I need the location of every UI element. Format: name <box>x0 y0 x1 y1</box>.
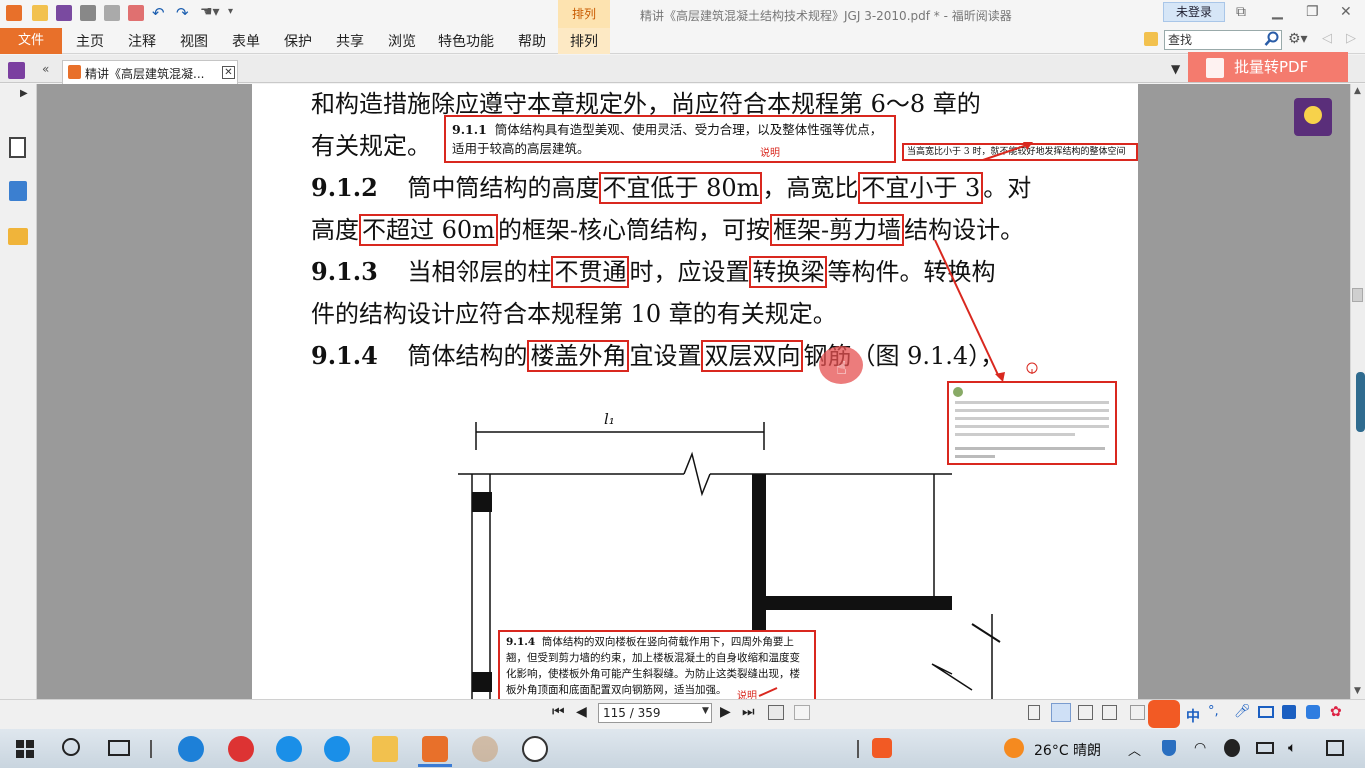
restore-ribbon-icon[interactable]: ⧉ <box>1236 4 1246 20</box>
menu-protect[interactable]: 保护 <box>284 31 312 51</box>
tray-expand-icon[interactable]: ︿ <box>1128 740 1141 759</box>
quick-access-dropdown-icon[interactable]: ▾ <box>228 6 233 17</box>
expand-panel-icon[interactable]: ▶ <box>20 88 28 99</box>
close-window-icon[interactable]: ✕ <box>1340 4 1352 20</box>
qq-icon[interactable] <box>1224 739 1240 757</box>
scroll-down-icon[interactable]: ▼ <box>1354 686 1361 696</box>
last-page-icon[interactable]: ⏭ <box>742 704 755 720</box>
foxit-reader-taskbar-icon[interactable] <box>422 736 448 762</box>
menu-browse[interactable]: 浏览 <box>388 31 416 51</box>
file-explorer-icon[interactable] <box>372 736 398 762</box>
pdf-document-icon <box>1206 58 1224 78</box>
menu-comment[interactable]: 注释 <box>128 31 156 51</box>
ime-chinese-mode[interactable]: 中 <box>1186 706 1200 726</box>
page-number-input[interactable]: 115 / 359 <box>598 703 712 723</box>
active-app-indicator <box>418 764 452 767</box>
scroll-thumb[interactable] <box>1352 288 1363 302</box>
facing-view-icon[interactable] <box>1078 705 1093 720</box>
lightbulb-icon <box>1304 106 1322 124</box>
ime-toolbox-icon[interactable] <box>1306 705 1320 719</box>
side-handle[interactable] <box>1356 372 1365 432</box>
single-page-view-icon[interactable] <box>1028 705 1040 720</box>
extract-page-icon[interactable] <box>768 705 784 720</box>
nav-back-icon[interactable]: ◁ <box>1322 31 1332 46</box>
media-player-icon[interactable] <box>522 736 548 762</box>
continuous-view-icon[interactable] <box>1051 703 1071 722</box>
tab-document-label: 精讲《高层建筑混凝... <box>85 67 205 81</box>
properties-icon[interactable] <box>104 5 120 21</box>
print-icon[interactable] <box>80 5 96 21</box>
first-page-icon[interactable]: ⏮ <box>552 704 565 720</box>
nav-forward-icon[interactable]: ▷ <box>1346 31 1356 46</box>
close-tab-icon[interactable]: ✕ <box>222 66 235 79</box>
window-title: 精讲《高层建筑混凝土结构技术规程》JGJ 3-2010.pdf * - 福昕阅读… <box>640 9 1012 23</box>
ime-voice-icon[interactable]: 🎤︎ <box>1234 704 1251 719</box>
menu-features[interactable]: 特色功能 <box>438 31 494 51</box>
context-tab-header: 排列 <box>558 0 610 28</box>
ie-browser-icon[interactable] <box>178 736 204 762</box>
search-icon[interactable] <box>1264 31 1280 47</box>
undo-icon[interactable]: ↶ <box>152 4 165 22</box>
sogou-ime-logo[interactable] <box>1148 700 1180 728</box>
prev-page-icon[interactable]: ◀ <box>576 704 587 720</box>
battery-icon[interactable] <box>1256 742 1274 754</box>
menu-arrange[interactable]: 排列 <box>570 31 598 51</box>
save-icon[interactable] <box>56 5 72 21</box>
ime-punctuation-icon[interactable]: °, <box>1208 704 1219 719</box>
pdf-file-icon <box>68 65 81 79</box>
menu-home[interactable]: 主页 <box>76 31 104 51</box>
scroll-up-icon[interactable]: ▲ <box>1354 86 1361 96</box>
page-dropdown-icon[interactable]: ▼ <box>702 706 709 716</box>
login-button[interactable]: 未登录 <box>1163 2 1225 22</box>
menu-help[interactable]: 帮助 <box>518 31 546 51</box>
ime-skin-icon[interactable] <box>1282 705 1296 719</box>
page-thumbnail-icon[interactable] <box>9 137 26 158</box>
weather-text[interactable]: 26°C 晴朗 <box>1034 740 1101 760</box>
windows-taskbar <box>0 729 1365 768</box>
menu-form[interactable]: 表单 <box>232 31 260 51</box>
find-folder-icon[interactable] <box>1144 32 1158 46</box>
ime-keyboard-icon[interactable] <box>1258 706 1274 718</box>
taskbar-divider <box>857 740 859 758</box>
settings-gear-icon[interactable]: ⚙▾ <box>1288 31 1308 47</box>
menu-share[interactable]: 共享 <box>336 31 364 51</box>
file-menu-button[interactable]: 文件 <box>0 28 62 54</box>
layers-icon[interactable] <box>9 181 27 201</box>
annotation-arrows <box>758 142 1038 697</box>
tab-scroll-left-icon[interactable]: « <box>42 62 49 76</box>
document-viewport: 和构造措施除应遵守本章规定外，尚应符合本规程第 6～8 章的 有关规定。 9.1… <box>37 84 1350 699</box>
left-sidebar <box>0 84 37 699</box>
taskbar-divider <box>150 740 152 758</box>
tab-list-dropdown-icon[interactable]: ▼ <box>1171 62 1180 76</box>
network-icon[interactable]: ◠ <box>1194 740 1206 756</box>
split-view-icon[interactable] <box>1130 705 1145 720</box>
app-icon[interactable] <box>472 736 498 762</box>
sogou-browser-2-icon[interactable] <box>324 736 350 762</box>
volume-icon[interactable]: 🔈︎ <box>1288 740 1296 756</box>
xiuxiu-app-icon[interactable] <box>228 736 254 762</box>
windows-start-icon[interactable] <box>16 740 34 758</box>
foxit-logo-icon <box>6 5 22 21</box>
security-shield-icon[interactable] <box>1162 740 1176 756</box>
hand-cursor-icon: ☝ <box>836 358 847 379</box>
sign-tool-icon[interactable] <box>8 62 25 79</box>
search-taskbar-icon[interactable] <box>62 738 80 756</box>
weather-sun-icon <box>1004 738 1024 758</box>
comments-icon[interactable] <box>8 228 28 245</box>
open-folder-icon[interactable] <box>32 5 48 21</box>
continuous-facing-view-icon[interactable] <box>1102 705 1117 720</box>
ime-more-icon[interactable]: ✿ <box>1330 704 1342 720</box>
hand-tool-icon[interactable]: ☚▾ <box>200 4 220 20</box>
notification-center-icon[interactable] <box>1326 740 1344 756</box>
maximize-icon[interactable]: ❐ <box>1306 4 1319 20</box>
insert-page-icon[interactable] <box>794 705 810 720</box>
next-page-icon[interactable]: ▶ <box>720 704 731 720</box>
task-view-icon[interactable] <box>108 740 130 756</box>
minimize-icon[interactable]: ▁ <box>1272 4 1283 20</box>
redo-icon[interactable]: ↷ <box>176 4 189 22</box>
sogou-tray-icon[interactable] <box>872 738 892 758</box>
new-icon[interactable] <box>128 5 144 21</box>
menu-view[interactable]: 视图 <box>180 31 208 51</box>
sogou-browser-icon[interactable] <box>276 736 302 762</box>
